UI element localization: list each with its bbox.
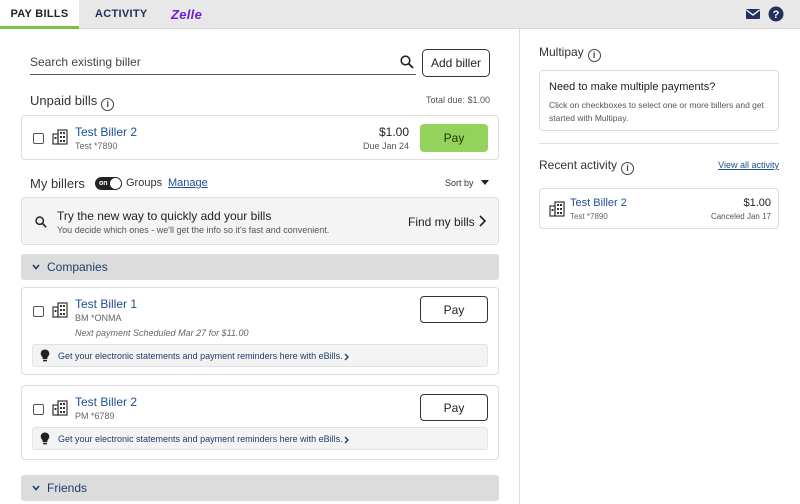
sort-by-dropdown[interactable]: Sort by — [445, 178, 490, 188]
recent-biller-account: Test *7890 — [570, 212, 608, 221]
search-input[interactable] — [30, 50, 390, 74]
pay-button[interactable]: Pay — [420, 394, 488, 421]
recent-amount: $1.00 — [743, 197, 771, 209]
next-payment-prefix: Next payment Scheduled — [75, 328, 179, 338]
total-due: Total due: $1.00 — [425, 95, 490, 105]
next-payment-amount: $11.00 — [221, 328, 249, 338]
info-icon[interactable]: i — [621, 162, 635, 175]
ebill-promo[interactable]: Get your electronic statements and payme… — [32, 344, 488, 367]
unpaid-bill-checkbox[interactable] — [33, 133, 44, 144]
biller-account: BM *ONMA — [75, 313, 122, 323]
groups-label: Groups — [126, 177, 163, 189]
biller-checkbox[interactable] — [33, 306, 44, 317]
unpaid-due-date: Due Jan 24 — [362, 141, 409, 151]
multipay-card-body: Click on checkboxes to select one or mor… — [549, 100, 764, 123]
toggle-knob — [110, 178, 121, 189]
recent-status: Canceled Jan 17 — [710, 212, 771, 221]
svg-text:?: ? — [773, 9, 780, 21]
divider — [539, 143, 779, 144]
recent-biller-name[interactable]: Test Biller 2 — [570, 197, 627, 209]
pay-button[interactable]: Pay — [420, 124, 488, 152]
search-icon — [35, 216, 47, 228]
next-payment-info: Next payment Scheduled Mar 27 for $11.00 — [75, 328, 248, 338]
recent-activity-heading: Recent activity i — [539, 158, 635, 175]
multipay-card: Need to make multiple payments? Click on… — [539, 70, 779, 131]
building-icon — [52, 302, 68, 318]
recent-activity-title: Recent activity — [539, 158, 618, 172]
manage-link[interactable]: Manage — [168, 177, 208, 189]
find-my-bills-link[interactable]: Find my bills — [408, 215, 475, 229]
search-icon[interactable] — [400, 55, 414, 69]
companies-group-header[interactable]: Companies — [21, 254, 499, 280]
unpaid-bill-card: Test Biller 2 Test *7890 $1.00 Due Jan 2… — [21, 115, 499, 160]
ebill-text: Get your electronic statements and payme… — [58, 351, 343, 361]
tab-pay-bills[interactable]: PAY BILLS — [0, 0, 79, 29]
multipay-card-heading: Need to make multiple payments? — [549, 81, 716, 93]
banner-subtitle: You decide which ones - we'll get the in… — [57, 225, 330, 235]
building-icon — [52, 129, 68, 145]
multipay-title: Multipay — [539, 45, 584, 59]
toggle-on-label: on — [99, 180, 108, 187]
building-icon — [52, 400, 68, 416]
top-nav: PAY BILLS ACTIVITY Zelle ? — [0, 0, 800, 29]
biller-card: Test Biller 1 BM *ONMA Next payment Sche… — [21, 287, 499, 375]
ebill-promo[interactable]: Get your electronic statements and payme… — [32, 427, 488, 450]
unpaid-biller-name[interactable]: Test Biller 2 — [75, 125, 137, 139]
sort-by-label: Sort by — [445, 178, 474, 188]
chevron-right-icon — [344, 436, 349, 444]
recent-activity-item[interactable]: Test Biller 2 Test *7890 $1.00 Canceled … — [539, 188, 779, 229]
unpaid-bills-title: Unpaid bills — [30, 93, 98, 108]
chevron-down-icon — [32, 485, 40, 491]
find-bills-banner[interactable]: Try the new way to quickly add your bill… — [21, 197, 499, 245]
view-all-activity-link[interactable]: View all activity — [690, 160, 779, 170]
unpaid-biller-account: Test *7890 — [75, 141, 118, 151]
search-field — [30, 50, 416, 75]
multipay-heading: Multipay i — [539, 45, 601, 62]
lightbulb-icon — [40, 432, 50, 445]
pay-button[interactable]: Pay — [420, 296, 488, 323]
biller-name[interactable]: Test Biller 1 — [75, 297, 137, 311]
unpaid-bills-heading: Unpaid bills i — [30, 93, 115, 111]
chevron-right-icon — [344, 353, 349, 361]
chevron-down-icon — [32, 264, 40, 270]
banner-title: Try the new way to quickly add your bill… — [57, 209, 272, 223]
unpaid-amount: $1.00 — [378, 125, 409, 139]
biller-account: PM *6789 — [75, 411, 115, 421]
caret-down-icon — [481, 180, 490, 185]
friends-label: Friends — [47, 481, 88, 495]
info-icon[interactable]: i — [101, 98, 115, 111]
info-icon[interactable]: i — [587, 49, 601, 62]
biller-name[interactable]: Test Biller 2 — [75, 395, 137, 409]
next-payment-mid: for — [206, 328, 222, 338]
tab-activity[interactable]: ACTIVITY — [95, 0, 148, 29]
chevron-right-icon — [479, 215, 486, 227]
column-divider — [519, 29, 520, 504]
biller-checkbox[interactable] — [33, 404, 44, 415]
friends-group-header[interactable]: Friends — [21, 475, 499, 501]
mail-icon[interactable] — [745, 6, 761, 22]
help-icon[interactable]: ? — [768, 6, 784, 22]
biller-card: Test Biller 2 PM *6789 Pay Get your elec… — [21, 385, 499, 460]
building-icon — [549, 201, 565, 217]
companies-label: Companies — [47, 260, 108, 274]
ebill-text: Get your electronic statements and payme… — [58, 434, 343, 444]
lightbulb-icon — [40, 349, 50, 362]
tab-zelle[interactable]: Zelle — [171, 0, 202, 29]
next-payment-date: Mar 27 — [178, 328, 207, 338]
add-biller-button[interactable]: Add biller — [422, 49, 490, 77]
my-billers-title: My billers — [30, 176, 85, 191]
groups-toggle[interactable]: on — [95, 177, 122, 190]
